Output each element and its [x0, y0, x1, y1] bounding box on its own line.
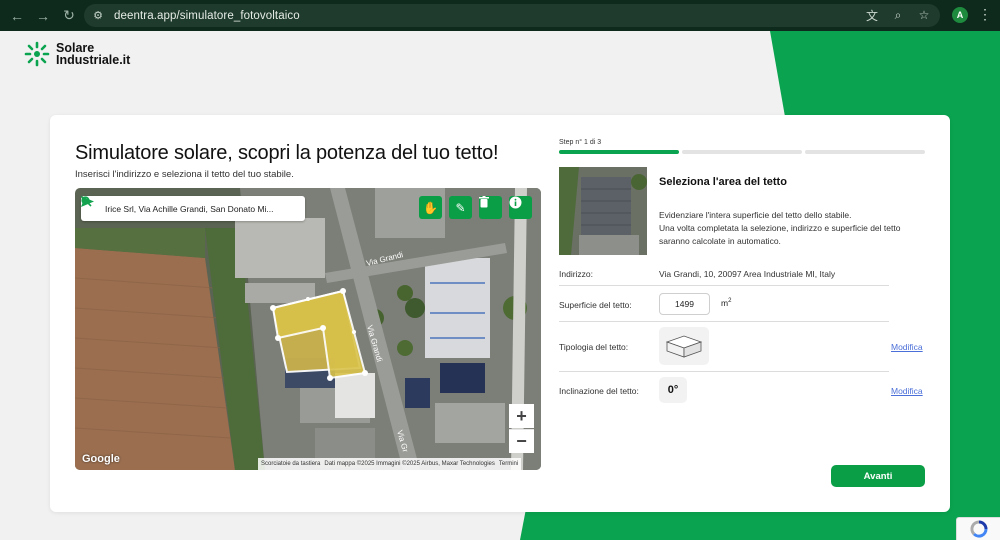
progress-segment-2 [682, 150, 802, 154]
profile-avatar[interactable]: A [952, 7, 968, 23]
zoom-icon[interactable]: ⌕ [890, 7, 906, 23]
inclination-label: Inclinazione del tetto: [559, 386, 639, 396]
pan-hand-icon[interactable]: ✋ [419, 196, 442, 219]
terms-link[interactable]: Termini [499, 461, 518, 467]
browser-toolbar: ← → ↻ ⚙ deentra.app/simulatore_fotovolta… [0, 0, 1000, 31]
next-button[interactable]: Avanti [831, 465, 925, 487]
surface-label: Superficie del tetto: [559, 300, 632, 310]
edit-roof-type-link[interactable]: Modifica [891, 342, 923, 352]
step-title: Seleziona l'area del tetto [659, 176, 787, 188]
zoom-out-button[interactable]: − [509, 429, 534, 453]
page-title: Simulatore solare, scopri la potenza del… [75, 142, 499, 164]
progress-segment-3 [805, 150, 925, 154]
sun-logo-icon [24, 41, 50, 67]
map-imagery: Via Grandi Via Grandi Via Gr [75, 188, 541, 470]
bookmark-star-icon[interactable]: ☆ [916, 7, 932, 23]
logo-line-2: Industriale.it [56, 53, 131, 67]
info-icon[interactable] [509, 196, 532, 219]
divider [559, 285, 889, 286]
translate-icon[interactable]: 文 [864, 7, 880, 23]
zoom-in-button[interactable]: + [509, 404, 534, 428]
map-data-credit: Dati mappa ©2025 Immagini ©2025 Airbus, … [324, 461, 495, 467]
divider [559, 371, 889, 372]
edit-pencil-icon[interactable]: ✎ [449, 196, 472, 219]
back-arrow-icon[interactable]: ← [6, 5, 28, 27]
browser-menu-icon[interactable]: ⋮ [978, 6, 992, 23]
divider [559, 321, 889, 322]
trash-icon[interactable] [479, 196, 502, 219]
address-search-input[interactable] [105, 203, 281, 214]
site-logo[interactable]: Solare Industriale.it [24, 41, 130, 67]
address-value: Via Grandi, 10, 20097 Area Industriale M… [659, 269, 836, 279]
address-label: Indirizzo: [559, 269, 594, 279]
step-description-line-1: Evidenziare l'intera superficie del tett… [659, 210, 852, 220]
reload-icon[interactable]: ↻ [58, 5, 80, 27]
recaptcha-badge[interactable] [956, 517, 1000, 540]
address-search-box[interactable] [81, 196, 305, 221]
inclination-value: 0° [659, 377, 687, 403]
site-info-icon[interactable]: ⚙ [90, 8, 106, 24]
page-subtitle: Inserisci l'indirizzo e seleziona il tet… [75, 169, 294, 180]
forward-arrow-icon[interactable]: → [32, 5, 54, 27]
google-logo: Google [82, 453, 120, 465]
keyboard-shortcuts-link[interactable]: Scorciatoie da tastiera [261, 461, 320, 467]
satellite-map[interactable]: Via Grandi Via Grandi Via Gr ✋ ✎ + − Goo… [75, 188, 541, 470]
step-description: Evidenziare l'intera superficie del tett… [659, 209, 929, 248]
surface-unit-exponent: 2 [728, 298, 732, 305]
map-attribution: Scorciatoie da tastiera Dati mappa ©2025… [258, 458, 522, 470]
roof-thumbnail [559, 167, 647, 255]
surface-input[interactable]: 1499 [659, 293, 710, 315]
recaptcha-icon [969, 520, 988, 538]
surface-unit: m2 [721, 298, 731, 308]
address-bar[interactable]: ⚙ deentra.app/simulatore_fotovoltaico 文 … [84, 4, 940, 27]
url-text: deentra.app/simulatore_fotovoltaico [114, 9, 300, 22]
step-description-line-2: Una volta completata la selezione, indir… [659, 223, 901, 246]
progress-segment-1 [559, 150, 679, 154]
roof-type-label: Tipologia del tetto: [559, 342, 629, 352]
edit-inclination-link[interactable]: Modifica [891, 386, 923, 396]
step-indicator: Step n° 1 di 3 [559, 139, 602, 146]
flat-roof-icon [659, 327, 709, 365]
logo-text: Solare Industriale.it [56, 42, 131, 67]
simulator-card: Simulatore solare, scopri la potenza del… [50, 115, 950, 512]
